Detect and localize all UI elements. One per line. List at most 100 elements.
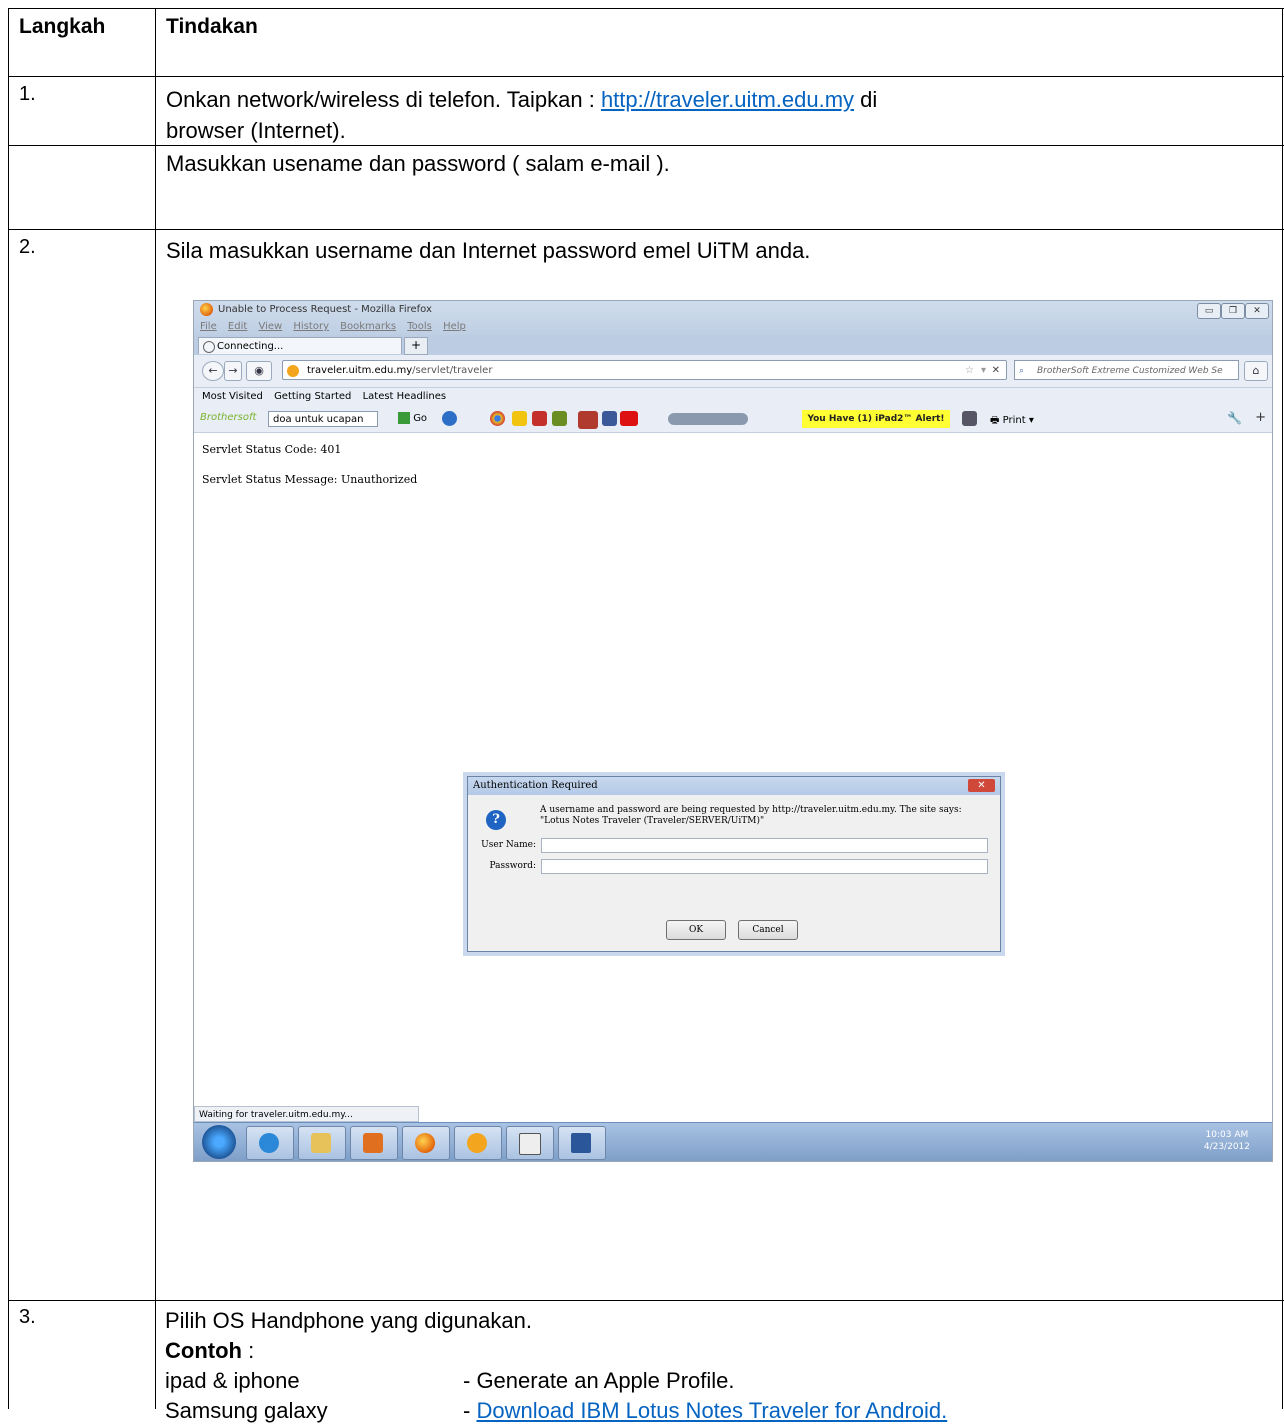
header-langkah: Langkah bbox=[19, 15, 106, 38]
stop-icon[interactable]: ✕ bbox=[992, 361, 1000, 381]
taskbar-word[interactable] bbox=[558, 1126, 606, 1160]
folder-icon bbox=[311, 1133, 331, 1153]
home-button[interactable]: ⌂ bbox=[1244, 361, 1268, 381]
bookmarks-toolbar: Most Visited Getting Started Latest Head… bbox=[194, 388, 1272, 406]
star-icon[interactable]: ☆ bbox=[965, 361, 974, 381]
site-favicon bbox=[287, 365, 299, 377]
new-tab-button[interactable]: + bbox=[404, 337, 428, 355]
bookmark-getting-started[interactable]: Getting Started bbox=[274, 391, 351, 402]
example-action: - Generate an Apple Profile. bbox=[463, 1368, 735, 1393]
page-content: Servlet Status Code: 401 Servlet Status … bbox=[194, 433, 1272, 1105]
toolbar-go-button[interactable]: Go bbox=[398, 412, 427, 424]
navigation-toolbar: ← → ◉ traveler.uitm.edu.my/servlet/trave… bbox=[194, 355, 1272, 388]
user-name-input[interactable] bbox=[541, 838, 988, 853]
youtube-icon[interactable] bbox=[532, 411, 547, 426]
taskbar-firefox[interactable] bbox=[402, 1126, 450, 1160]
menu-bar: File Edit View History Bookmarks Tools H… bbox=[200, 321, 474, 332]
example-action: - Download IBM Lotus Notes Traveler for … bbox=[463, 1398, 948, 1423]
step-number: 2. bbox=[19, 236, 36, 258]
menu-view[interactable]: View bbox=[258, 321, 282, 332]
taskbar-ie[interactable] bbox=[246, 1126, 294, 1160]
step-number: 1. bbox=[19, 83, 36, 105]
taskbar-uitm[interactable] bbox=[454, 1126, 502, 1160]
taskbar-app[interactable] bbox=[506, 1126, 554, 1160]
bookmark-latest-headlines[interactable]: Latest Headlines bbox=[363, 391, 447, 402]
servlet-status-code: Servlet Status Code: 401 bbox=[202, 443, 342, 456]
firefox-icon bbox=[200, 303, 213, 316]
taskbar-media[interactable] bbox=[350, 1126, 398, 1160]
tab-strip: Connecting... + bbox=[194, 335, 1272, 355]
menu-file[interactable]: File bbox=[200, 321, 217, 332]
cancel-button[interactable]: Cancel bbox=[738, 920, 798, 940]
site-identity-icon[interactable]: ◉ bbox=[246, 361, 272, 381]
word-icon bbox=[571, 1133, 591, 1153]
example-device: Samsung galaxy bbox=[165, 1398, 328, 1423]
traveler-url-link[interactable]: http://traveler.uitm.edu.my bbox=[601, 87, 854, 112]
dropdown-icon[interactable]: ▾ bbox=[981, 361, 986, 381]
globe-icon[interactable] bbox=[442, 411, 457, 426]
status-bar: Waiting for traveler.uitm.edu.my... bbox=[194, 1106, 419, 1122]
ok-button[interactable]: OK bbox=[666, 920, 726, 940]
window-icon bbox=[519, 1133, 541, 1155]
password-label: Password: bbox=[489, 861, 536, 871]
cb-icon[interactable] bbox=[620, 411, 638, 426]
download-android-link[interactable]: Download IBM Lotus Notes Traveler for An… bbox=[476, 1398, 947, 1423]
menu-bookmarks[interactable]: Bookmarks bbox=[340, 321, 396, 332]
media-player-icon bbox=[363, 1133, 383, 1153]
header-tindakan: Tindakan bbox=[166, 15, 258, 38]
avatar-icon[interactable] bbox=[578, 411, 598, 429]
back-button[interactable]: ← bbox=[202, 361, 224, 381]
dialog-message: A username and password are being reques… bbox=[540, 805, 962, 826]
close-window-button[interactable]: ✕ bbox=[1245, 303, 1269, 319]
url-bar[interactable]: traveler.uitm.edu.my/servlet/traveler ☆ … bbox=[282, 360, 1007, 380]
servlet-status-message: Servlet Status Message: Unauthorized bbox=[202, 473, 418, 486]
dialog-title: Authentication Required bbox=[468, 777, 1000, 795]
forward-button[interactable]: → bbox=[224, 361, 242, 381]
ie-icon bbox=[259, 1133, 279, 1153]
game-icon[interactable] bbox=[552, 411, 567, 426]
step-3-line: Pilih OS Handphone yang digunakan. bbox=[165, 1308, 532, 1333]
step-3-text: Pilih OS Handphone yang digunakan. Conto… bbox=[0, 1306, 1284, 1423]
brothersoft-toolbar: Brothersoft doa untuk ucapan Go You Have… bbox=[194, 406, 1272, 433]
embedded-browser-screenshot: Unable to Process Request - Mozilla Fire… bbox=[193, 300, 1273, 1162]
taskbar-explorer[interactable] bbox=[298, 1126, 346, 1160]
window-title: Unable to Process Request - Mozilla Fire… bbox=[218, 304, 432, 315]
chrome-icon[interactable] bbox=[490, 411, 505, 426]
firefox-icon bbox=[415, 1133, 435, 1153]
menu-tools[interactable]: Tools bbox=[407, 321, 432, 332]
user-name-label: User Name: bbox=[481, 840, 536, 850]
restore-button[interactable]: ❐ bbox=[1221, 303, 1245, 319]
dialog-close-button[interactable]: ✕ bbox=[968, 779, 995, 792]
contoh-line: Contoh : bbox=[165, 1338, 255, 1363]
menu-help[interactable]: Help bbox=[443, 321, 466, 332]
example-device: ipad & iphone bbox=[165, 1368, 300, 1393]
settings-gear-icon[interactable] bbox=[962, 411, 977, 426]
minimize-button[interactable]: ▭ bbox=[1197, 303, 1221, 319]
wrench-icon[interactable]: 🔧 bbox=[1227, 411, 1242, 425]
search-input[interactable]: ⌕ BrotherSoft Extreme Customized Web Se bbox=[1014, 360, 1239, 380]
step-1-text: Onkan network/wireless di telefon. Taipk… bbox=[166, 87, 878, 176]
menu-edit[interactable]: Edit bbox=[228, 321, 247, 332]
tab-connecting[interactable]: Connecting... bbox=[198, 337, 402, 354]
bookmark-most-visited[interactable]: Most Visited bbox=[202, 391, 263, 402]
radio-player-icon[interactable] bbox=[668, 413, 748, 425]
add-toolbar-icon[interactable]: + bbox=[1255, 410, 1266, 425]
search-engine-icon: ⌕ bbox=[1019, 366, 1025, 376]
windows-taskbar: 10:03 AM 4/23/2012 bbox=[194, 1122, 1272, 1161]
brothersoft-logo: Brothersoft bbox=[200, 412, 257, 423]
taskbar-clock[interactable]: 10:03 AM 4/23/2012 bbox=[1204, 1129, 1250, 1153]
print-button[interactable]: 🖶 Print ▾ bbox=[990, 413, 1034, 430]
authentication-dialog: Authentication Required ✕ ? A username a… bbox=[467, 776, 1001, 952]
facebook-icon[interactable] bbox=[602, 411, 617, 426]
start-button[interactable] bbox=[202, 1125, 236, 1159]
toolbar-search-input[interactable]: doa untuk ucapan bbox=[268, 411, 378, 427]
question-icon: ? bbox=[486, 810, 506, 830]
menu-history[interactable]: History bbox=[293, 321, 329, 332]
uitm-icon bbox=[467, 1133, 487, 1153]
ipad-alert-badge[interactable]: You Have (1) iPad2™ Alert! bbox=[802, 410, 950, 428]
loading-icon bbox=[203, 341, 215, 353]
password-input[interactable] bbox=[541, 859, 988, 874]
browser-titlebar: Unable to Process Request - Mozilla Fire… bbox=[194, 301, 1272, 335]
step-2-text: Sila masukkan username dan Internet pass… bbox=[166, 238, 811, 263]
chat-icon[interactable] bbox=[512, 411, 527, 426]
